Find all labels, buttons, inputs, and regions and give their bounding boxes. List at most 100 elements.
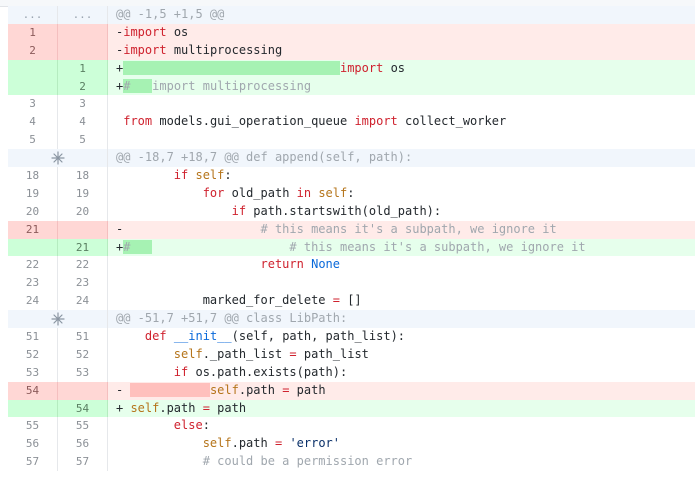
code-token: +: [116, 400, 131, 415]
context-line-row: 57 57 # could be a permission error: [8, 453, 695, 472]
new-line-number[interactable]: 56: [58, 435, 108, 454]
code-token: import multiprocessing: [152, 78, 312, 93]
code-token: :: [202, 418, 210, 433]
deleted-line-row: 1 -import os: [8, 23, 695, 42]
added-line-row: 54 + self.path = path: [8, 399, 695, 418]
code-token: def: [144, 329, 167, 344]
code-line: # could be a permission error: [108, 453, 695, 471]
code-line: for old_path in self:: [108, 185, 695, 203]
new-line-number[interactable]: [58, 41, 108, 60]
expand-hunk-icon[interactable]: [8, 149, 108, 168]
old-line-number[interactable]: [8, 77, 58, 96]
code-line: else:: [108, 417, 695, 435]
added-line-row: 1 + import os: [8, 59, 695, 78]
context-line-row: 18 18 if self:: [8, 167, 695, 185]
old-line-number[interactable]: 20: [8, 202, 58, 221]
code-token: 'error': [289, 436, 341, 451]
new-line-number[interactable]: 23: [58, 274, 108, 293]
old-line-number[interactable]: [8, 399, 58, 418]
context-line-row: 56 56 self.path = 'error': [8, 435, 695, 454]
code-token: None: [311, 257, 340, 272]
new-line-number[interactable]: 21: [58, 238, 108, 257]
old-line-number[interactable]: 4: [8, 113, 58, 132]
deleted-line-row: 54 - self.path = path: [8, 381, 695, 400]
new-line-number[interactable]: 18: [58, 167, 108, 185]
context-line-row: 55 55 else:: [8, 417, 695, 436]
new-line-number[interactable]: 22: [58, 256, 108, 275]
new-line-number[interactable]: 4: [58, 113, 108, 132]
new-line-number[interactable]: 55: [58, 417, 108, 436]
code-token: if: [173, 168, 189, 183]
new-line-number[interactable]: 54: [58, 399, 108, 418]
new-line-number[interactable]: 19: [58, 184, 108, 203]
code-token: os: [383, 60, 406, 75]
old-line-number[interactable]: 1: [8, 23, 58, 42]
code-token: import: [123, 42, 167, 57]
code-token: # could be a permission error: [202, 454, 413, 469]
new-line-number[interactable]: 5: [58, 131, 108, 150]
old-line-number[interactable]: 23: [8, 274, 58, 293]
old-line-number[interactable]: [8, 59, 58, 78]
old-line-number[interactable]: 56: [8, 435, 58, 454]
old-line-number[interactable]: 22: [8, 256, 58, 275]
new-line-number[interactable]: 1: [58, 59, 108, 78]
code-token: :: [347, 185, 355, 200]
code-line: - self.path = path: [108, 381, 695, 400]
context-line-row: 23 23: [8, 274, 695, 293]
context-line-row: 55: [8, 131, 695, 150]
new-line-number[interactable]: [58, 220, 108, 239]
new-line-number[interactable]: 2: [58, 77, 108, 96]
code-line: @@ -18,7 +18,7 @@ def append(self, path)…: [108, 149, 695, 168]
old-line-number[interactable]: 53: [8, 363, 58, 382]
code-token: __init__: [173, 329, 232, 344]
code-token: os.path.exists(path):: [188, 364, 348, 379]
code-token: .path: [159, 400, 203, 415]
new-line-number[interactable]: 24: [58, 292, 108, 311]
old-line-number[interactable]: 24: [8, 292, 58, 311]
old-line-number[interactable]: 5: [8, 131, 58, 150]
old-line-number[interactable]: 55: [8, 417, 58, 436]
code-token: .path: [238, 382, 283, 397]
old-line-number[interactable]: 51: [8, 328, 58, 346]
old-line-number[interactable]: 52: [8, 345, 58, 364]
old-line-number[interactable]: 2: [8, 41, 58, 60]
code-line: return None: [108, 256, 695, 274]
code-token: else: [173, 418, 203, 433]
code-token: ._path_list: [202, 346, 290, 361]
code-line: if os.path.exists(path):: [108, 364, 695, 382]
code-token: path_list: [296, 346, 369, 361]
hunk-header-row: @@ -51,7 +51,7 @@ class LibPath:: [8, 310, 695, 329]
code-token: os: [166, 24, 189, 39]
old-line-number[interactable]: [8, 238, 58, 257]
new-line-number[interactable]: [58, 381, 108, 400]
old-line-number[interactable]: 3: [8, 95, 58, 114]
old-line-number[interactable]: 57: [8, 453, 58, 472]
new-line-number[interactable]: [58, 23, 108, 42]
new-line-number[interactable]: 3: [58, 95, 108, 114]
new-line-number[interactable]: 20: [58, 202, 108, 221]
old-line-number[interactable]: 18: [8, 167, 58, 185]
code-token: path: [289, 382, 326, 397]
old-line-number[interactable]: ...: [8, 6, 58, 24]
new-line-number[interactable]: 53: [58, 363, 108, 382]
new-line-number[interactable]: 52: [58, 345, 108, 364]
new-line-number[interactable]: 57: [58, 453, 108, 472]
expand-hunk-icon[interactable]: [8, 310, 108, 329]
code-token: import: [339, 60, 384, 75]
old-line-number[interactable]: 19: [8, 184, 58, 203]
code-token: =: [332, 293, 340, 308]
code-token: #: [123, 239, 153, 254]
code-token: self: [318, 185, 348, 200]
new-line-number[interactable]: 51: [58, 328, 108, 346]
code-token: -: [116, 382, 131, 397]
old-line-number[interactable]: 54: [8, 381, 58, 400]
old-line-number[interactable]: 21: [8, 220, 58, 239]
code-line: - # this means it's a subpath, we ignore…: [108, 220, 695, 239]
code-line: self.path = 'error': [108, 435, 695, 453]
new-line-number[interactable]: ...: [58, 6, 108, 24]
code-token: self: [209, 382, 239, 397]
